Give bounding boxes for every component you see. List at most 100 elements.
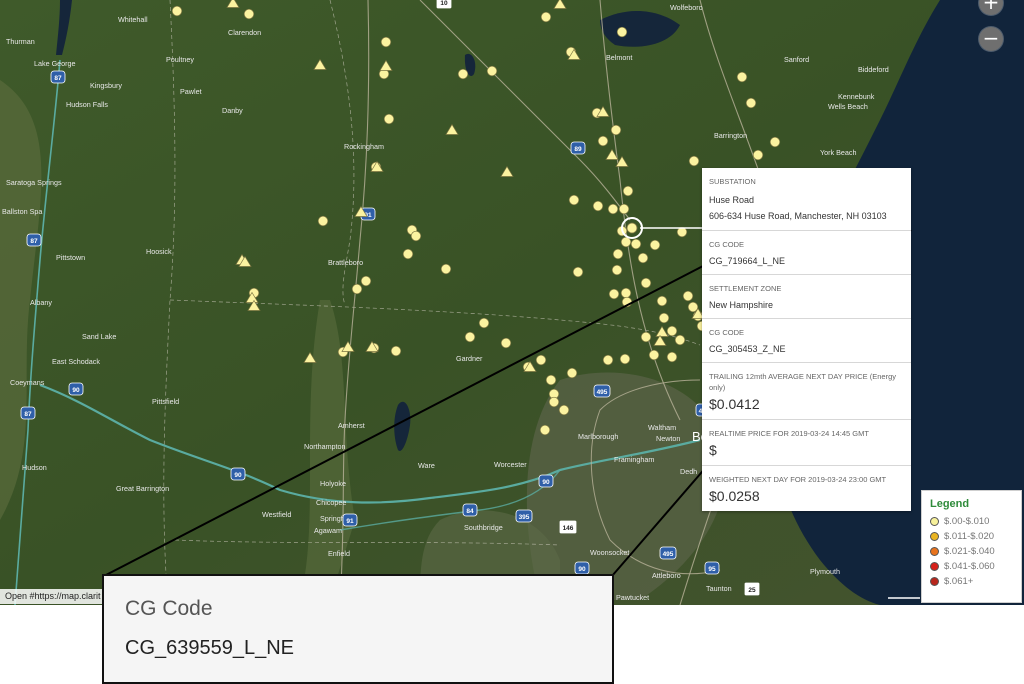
substation-marker[interactable] [630, 238, 642, 250]
cg-code-heading: CG CODE [709, 240, 745, 249]
substation-marker[interactable] [486, 65, 498, 77]
substation-marker[interactable] [656, 295, 668, 307]
substation-marker[interactable] [539, 424, 551, 436]
weighted-price-heading: WEIGHTED NEXT DAY FOR 2019-03-24 23:00 G… [709, 475, 887, 484]
substation-heading: SUBSTATION [709, 177, 756, 186]
highway-shield: 89 [570, 141, 586, 155]
cg-code-card-title: CG Code [125, 597, 213, 620]
place-label: Enfield [328, 549, 350, 558]
place-label: Barrington [714, 131, 747, 140]
substation-marker[interactable] [608, 288, 620, 300]
substation-marker[interactable] [317, 215, 329, 227]
substation-marker[interactable] [769, 136, 781, 148]
substation-marker[interactable] [592, 200, 604, 212]
substation-marker[interactable] [688, 155, 700, 167]
place-label: Worcester [494, 460, 527, 469]
substation-marker[interactable] [637, 252, 649, 264]
legend-label: $.00-$.010 [944, 516, 990, 527]
place-label: Poultney [166, 55, 194, 64]
substation-marker[interactable] [640, 331, 652, 343]
place-label: Sanford [784, 55, 809, 64]
substation-marker[interactable] [351, 283, 363, 295]
substation-marker[interactable] [568, 194, 580, 206]
open-link[interactable]: Open #https://map.clarit [0, 589, 106, 604]
place-label: Clarendon [228, 28, 261, 37]
highway-shield-label: 91 [346, 518, 354, 525]
substation-marker[interactable] [611, 264, 623, 276]
substation-marker[interactable] [500, 337, 512, 349]
substation-marker[interactable] [558, 404, 570, 416]
substation-marker[interactable] [566, 367, 578, 379]
highway-shield-label: 87 [24, 411, 32, 418]
place-label: Rockingham [344, 142, 384, 151]
substation-marker[interactable] [618, 203, 630, 215]
substation-marker[interactable] [649, 239, 661, 251]
highway-shield: 90 [574, 561, 590, 575]
substation-marker[interactable] [745, 97, 757, 109]
substation-marker[interactable] [619, 353, 631, 365]
place-label: Brattleboro [328, 258, 363, 267]
substation-marker[interactable] [410, 230, 422, 242]
selected-marker[interactable] [626, 222, 638, 234]
place-label: Coeymans [10, 378, 45, 387]
substation-marker[interactable] [674, 334, 686, 346]
place-label: Amherst [338, 421, 365, 430]
substation-marker[interactable] [597, 135, 609, 147]
highway-shield-label: 495 [663, 551, 674, 558]
legend-swatch-icon [930, 547, 939, 556]
place-label: Woonsocket [590, 548, 629, 557]
substation-marker[interactable] [602, 354, 614, 366]
substation-marker[interactable] [620, 287, 632, 299]
substation-marker[interactable] [535, 354, 547, 366]
substation-marker[interactable] [243, 8, 255, 20]
substation-marker[interactable] [402, 248, 414, 260]
substation-marker[interactable] [612, 248, 624, 260]
substation-marker[interactable] [440, 263, 452, 275]
substation-marker[interactable] [171, 5, 183, 17]
substation-marker[interactable] [457, 68, 469, 80]
substation-marker[interactable] [610, 124, 622, 136]
substation-marker[interactable] [666, 325, 678, 337]
place-label: Attleboro [652, 571, 681, 580]
trailing-price-heading: TRAILING 12mth AVERAGE NEXT DAY PRICE (E… [709, 372, 897, 392]
substation-marker[interactable] [607, 203, 619, 215]
substation-marker[interactable] [640, 277, 652, 289]
substation-marker[interactable] [545, 374, 557, 386]
highway-shield-label: 87 [54, 75, 62, 82]
place-label: Kingsbury [90, 81, 122, 90]
highway-shield-label: 146 [563, 525, 574, 532]
substation-marker[interactable] [658, 312, 670, 324]
legend-item: $.061+ [930, 574, 1021, 589]
cg-code-section: CG CODE CG_719664_L_NE [702, 231, 911, 275]
substation-marker[interactable] [616, 26, 628, 38]
place-label: Great Barrington [116, 484, 169, 493]
substation-marker[interactable] [572, 266, 584, 278]
place-label: York Beach [820, 148, 857, 157]
substation-marker[interactable] [682, 290, 694, 302]
substation-marker[interactable] [540, 11, 552, 23]
substation-marker[interactable] [360, 275, 372, 287]
substation-marker[interactable] [390, 345, 402, 357]
substation-marker[interactable] [752, 149, 764, 161]
trailing-price-value: $0.0412 [709, 396, 760, 412]
place-label: Westfield [262, 510, 291, 519]
highway-shield-label: 10 [440, 0, 448, 7]
zoom-out-button[interactable]: − [979, 27, 1003, 51]
substation-marker[interactable] [687, 301, 699, 313]
substation-marker[interactable] [464, 331, 476, 343]
place-label: Newton [656, 434, 680, 443]
substation-marker[interactable] [622, 185, 634, 197]
highway-shield-label: 25 [748, 587, 756, 594]
place-label: Saratoga Springs [6, 178, 62, 187]
substation-marker[interactable] [648, 349, 660, 361]
place-label: Lake George [34, 59, 76, 68]
substation-marker[interactable] [736, 71, 748, 83]
substation-marker[interactable] [666, 351, 678, 363]
substation-marker[interactable] [383, 113, 395, 125]
substation-marker[interactable] [548, 396, 560, 408]
substation-marker[interactable] [380, 36, 392, 48]
place-label: Ballston Spa [2, 207, 42, 216]
legend-label: $.021-$.040 [944, 546, 995, 557]
substation-marker[interactable] [478, 317, 490, 329]
place-label: Albany [30, 298, 52, 307]
